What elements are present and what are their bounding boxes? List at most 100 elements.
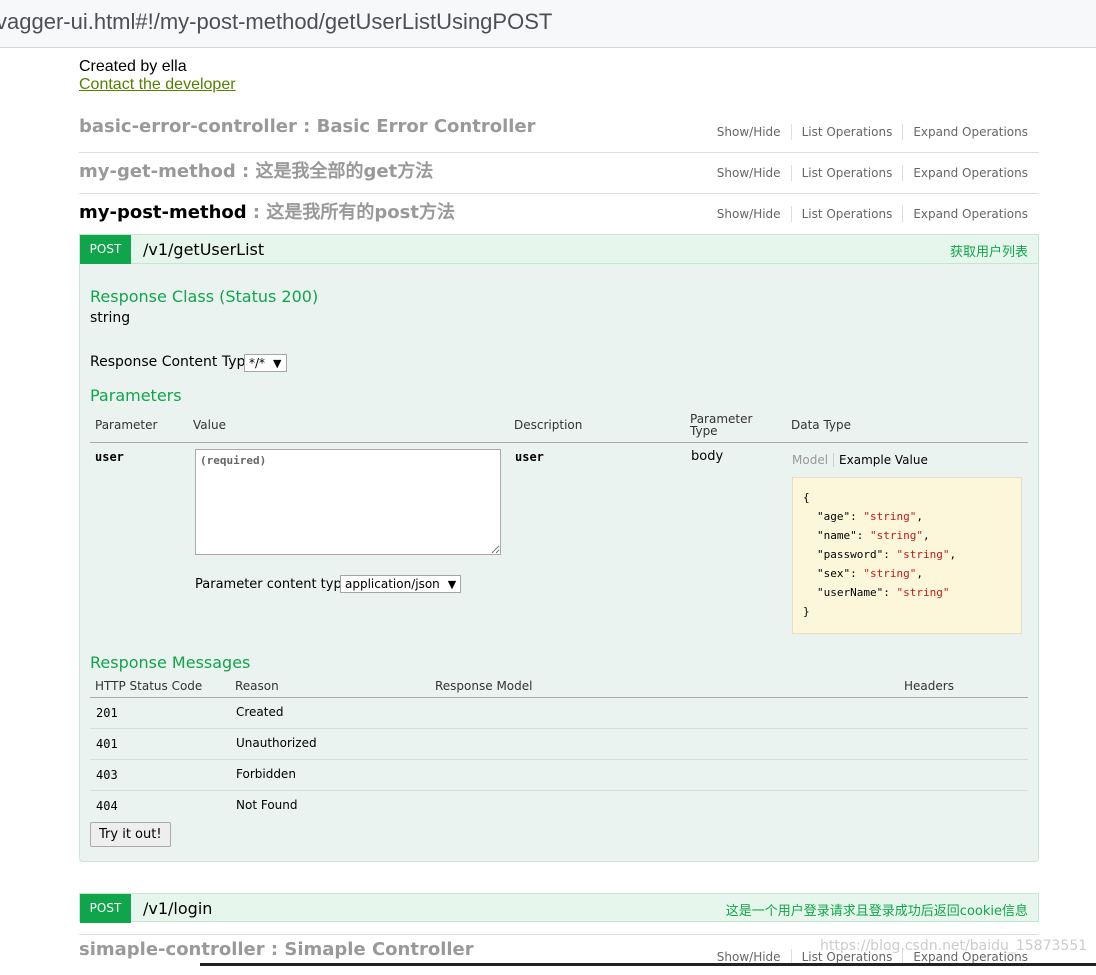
- status-reason: Forbidden: [236, 767, 296, 781]
- json-comma: ,: [916, 567, 923, 580]
- col-description: Description: [514, 418, 583, 432]
- json-value: "string": [870, 529, 923, 542]
- json-value: "string": [896, 548, 950, 561]
- json-key: "sex": [817, 567, 851, 580]
- resource-name[interactable]: basic-error-controller: [79, 116, 297, 137]
- operation-path[interactable]: /v1/getUserList: [143, 240, 264, 259]
- response-class-heading: Response Class (Status 200): [90, 287, 319, 306]
- list-operations-link[interactable]: List Operations: [792, 206, 904, 222]
- col-headers: Headers: [904, 679, 954, 693]
- json-value: "string": [896, 586, 950, 599]
- col-parameter: Parameter: [95, 418, 158, 432]
- status-code: 401: [96, 737, 118, 751]
- resource-title[interactable]: my-get-method : 这是我全部的get方法: [79, 157, 433, 183]
- resource-ops: Show/Hide List Operations Expand Operati…: [707, 206, 1028, 222]
- resource-name[interactable]: my-post-method: [79, 202, 247, 223]
- resource-title[interactable]: my-post-method : 这是我所有的post方法: [79, 198, 455, 224]
- expand-operations-link[interactable]: Expand Operations: [903, 206, 1028, 222]
- col-response-model: Response Model: [435, 679, 533, 693]
- status-code: 201: [96, 706, 118, 720]
- param-content-type-label: Parameter content type:: [195, 577, 355, 592]
- col-reason: Reason: [235, 679, 279, 693]
- resp-header-divider: [90, 697, 1028, 698]
- status-reason: Created: [236, 705, 284, 719]
- json-value: "string": [863, 510, 917, 523]
- http-method-badge[interactable]: POST: [80, 235, 131, 264]
- json-comma: ,: [916, 510, 923, 523]
- list-operations-link[interactable]: List Operations: [792, 165, 904, 181]
- try-it-out-button[interactable]: Try it out!: [90, 822, 171, 847]
- resource-name[interactable]: my-get-method: [79, 161, 236, 182]
- dropdown-arrow-icon: ▼: [447, 578, 457, 591]
- row-divider: [90, 759, 1028, 760]
- resource-ops: Show/Hide List Operations Expand Operati…: [707, 165, 1028, 181]
- operation-getUserList: POST /v1/getUserList 获取用户列表 Response Cla…: [79, 234, 1039, 862]
- status-code: 404: [96, 799, 118, 813]
- json-open: {: [803, 491, 810, 504]
- operation-path[interactable]: /v1/login: [143, 899, 212, 918]
- expand-operations-link[interactable]: Expand Operations: [903, 124, 1028, 140]
- resource-ops: Show/Hide List Operations Expand Operati…: [707, 124, 1028, 140]
- watermark: https://blog.csdn.net/baidu_15873551: [820, 938, 1088, 954]
- browser-url-bar[interactable]: vagger-ui.html#!/my-post-method/getUserL…: [0, 0, 1096, 48]
- show-hide-link[interactable]: Show/Hide: [707, 165, 792, 181]
- api-info: Created by ella Contact the developer: [79, 58, 236, 94]
- resource-desc: 这是我全部的get方法: [255, 161, 434, 182]
- json-field: "password": "string",: [817, 548, 957, 561]
- model-tab[interactable]: Model: [792, 453, 835, 467]
- select-value: */*: [249, 356, 266, 370]
- col-http-status-code: HTTP Status Code: [95, 679, 203, 693]
- parameters-heading: Parameters: [90, 386, 182, 405]
- json-key: "name": [817, 529, 857, 542]
- created-by: Created by ella: [79, 58, 187, 75]
- contact-developer-link[interactable]: Contact the developer: [79, 76, 236, 94]
- resource-desc: 这是我所有的post方法: [266, 202, 455, 223]
- http-method-badge[interactable]: POST: [80, 894, 131, 923]
- col-value: Value: [193, 418, 226, 432]
- json-close: }: [803, 605, 810, 618]
- json-field: "age": "string",: [817, 510, 923, 523]
- status-code: 403: [96, 768, 118, 782]
- resource-sep: :: [264, 939, 285, 960]
- status-reason: Not Found: [236, 798, 298, 812]
- param-description: user: [515, 450, 544, 464]
- example-value-tab[interactable]: Example Value: [834, 453, 928, 467]
- param-value-textarea[interactable]: [195, 449, 501, 555]
- response-class-value: string: [90, 310, 131, 326]
- operation-login[interactable]: POST /v1/login 这是一个用户登录请求且登录成功后返回cookie信…: [79, 893, 1039, 923]
- status-reason: Unauthorized: [236, 736, 317, 750]
- resource-title[interactable]: simaple-controller : Simaple Controller: [79, 939, 474, 960]
- example-value-box[interactable]: { "age": "string", "name": "string", "pa…: [792, 477, 1022, 634]
- operation-heading[interactable]: POST /v1/getUserList 获取用户列表: [80, 235, 1038, 264]
- json-comma: ,: [949, 548, 957, 561]
- param-type: body: [691, 449, 724, 464]
- row-divider: [90, 790, 1028, 791]
- resource-name[interactable]: simaple-controller: [79, 939, 265, 960]
- json-key: "userName": [817, 586, 884, 599]
- dropdown-arrow-icon: ▼: [273, 357, 282, 370]
- resource-my-get-method: my-get-method : 这是我全部的get方法 Show/Hide Li…: [79, 153, 1039, 194]
- show-hide-link[interactable]: Show/Hide: [707, 124, 792, 140]
- operation-summary[interactable]: 获取用户列表: [950, 241, 1028, 260]
- resource-desc: Basic Error Controller: [316, 116, 536, 137]
- json-comma: ,: [922, 529, 930, 542]
- json-field: "name": "string",: [817, 529, 930, 542]
- data-type-tabs: Model Example Value: [792, 453, 928, 467]
- resource-title[interactable]: basic-error-controller : Basic Error Con…: [79, 116, 536, 137]
- resource-basic-error-controller: basic-error-controller : Basic Error Con…: [79, 112, 1039, 153]
- url-text[interactable]: vagger-ui.html#!/my-post-method/getUserL…: [0, 9, 552, 35]
- response-messages-heading: Response Messages: [90, 653, 251, 672]
- response-content-type-select[interactable]: */* ▼: [244, 354, 287, 372]
- resource-desc: Simaple Controller: [284, 939, 474, 960]
- show-hide-link[interactable]: Show/Hide: [707, 206, 792, 222]
- expand-operations-link[interactable]: Expand Operations: [903, 165, 1028, 181]
- row-divider: [90, 728, 1028, 729]
- operation-summary[interactable]: 这是一个用户登录请求且登录成功后返回cookie信息: [726, 900, 1028, 919]
- json-field: "userName": "string": [817, 586, 950, 599]
- param-content-type-select[interactable]: application/json ▼: [340, 575, 462, 593]
- response-content-type-label: Response Content Type: [90, 354, 254, 370]
- param-header-divider: [90, 442, 1028, 443]
- col-parameter-type: Parameter Type: [690, 412, 753, 438]
- resource-my-post-method: my-post-method : 这是我所有的post方法 Show/Hide …: [79, 194, 1039, 235]
- list-operations-link[interactable]: List Operations: [792, 124, 904, 140]
